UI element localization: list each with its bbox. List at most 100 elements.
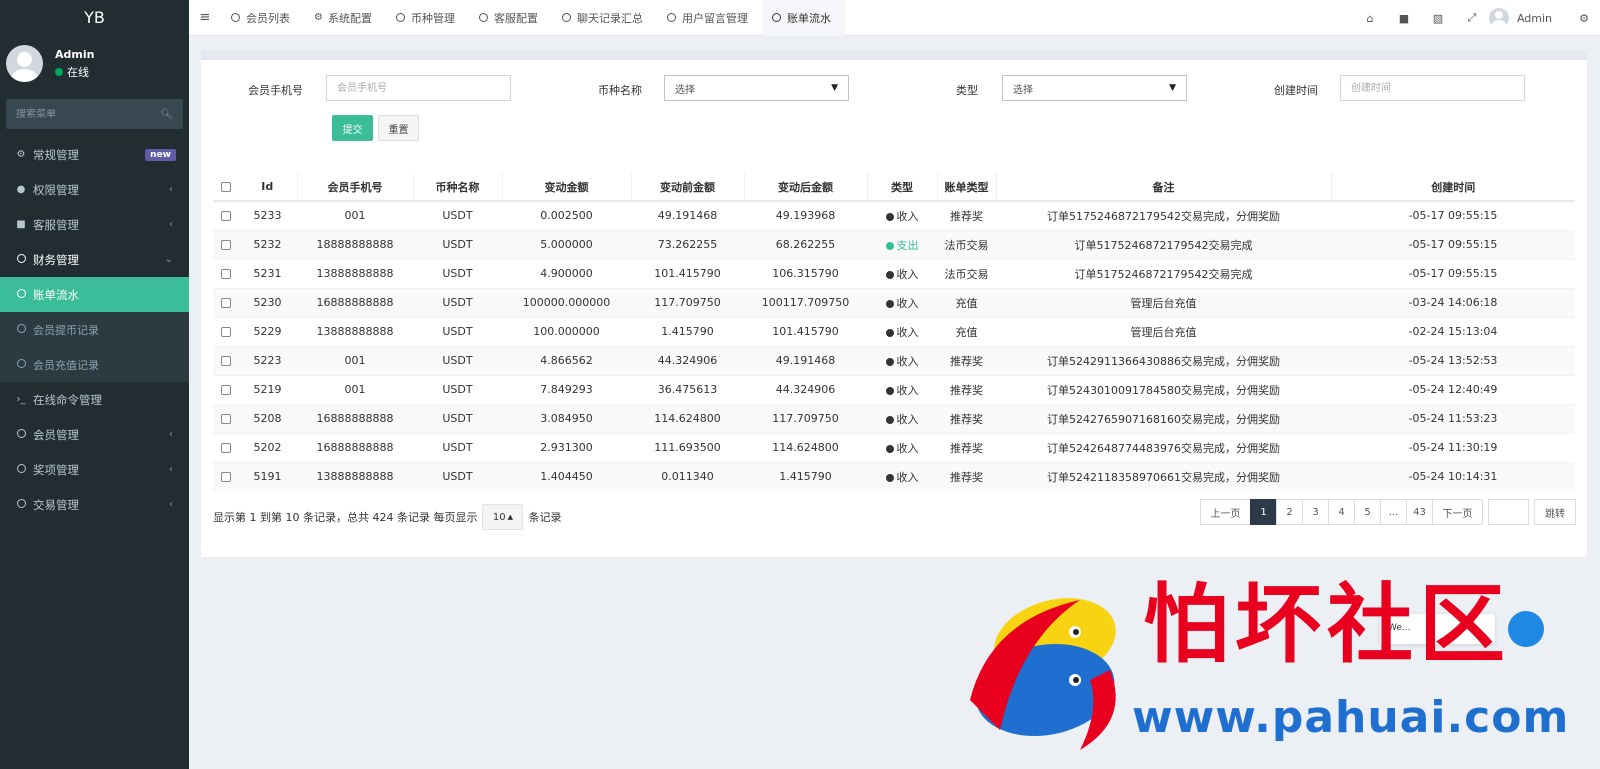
row-checkbox[interactable]: [220, 240, 231, 250]
cell-phone: 13888888888: [297, 316, 413, 346]
table-row[interactable]: 5208 16888888888 USDT 3.084950 114.624800 117…: [213, 403, 1575, 433]
tab-currency[interactable]: 币种管理: [386, 0, 469, 36]
phone-input[interactable]: [326, 75, 511, 101]
cell-currency: USDT: [413, 432, 502, 462]
reset-button[interactable]: 重置: [378, 115, 419, 141]
cell-phone: 001: [297, 200, 413, 230]
sidebar-item-withdraw-records[interactable]: 会员提币记录: [0, 312, 189, 347]
chevron-down-icon: ⌄: [164, 254, 173, 265]
cell-phone: 001: [297, 345, 413, 375]
table-row[interactable]: 5191 13888888888 USDT 1.404450 0.011340 1.415…: [213, 461, 1575, 491]
row-checkbox[interactable]: [220, 211, 231, 222]
trash-icon[interactable]: ■: [1387, 12, 1421, 25]
jump-page-input[interactable]: [1488, 499, 1529, 525]
submit-button[interactable]: 提交: [332, 115, 373, 141]
time-input[interactable]: [1340, 75, 1525, 101]
table-row[interactable]: 5231 13888888888 USDT 4.900000 101.415790 106…: [213, 258, 1575, 288]
page-43-button[interactable]: 43: [1406, 499, 1433, 525]
page-2-button[interactable]: 2: [1276, 499, 1303, 525]
sidebar-item-customer-service[interactable]: ■ 客服管理 ‹: [0, 207, 189, 242]
row-select-cell: [213, 403, 238, 433]
table-row[interactable]: 5232 18888888888 USDT 5.000000 73.262255 68.2…: [213, 229, 1575, 259]
tab-member-list[interactable]: 会员列表: [221, 0, 304, 36]
sidebar-item-finance[interactable]: 财务管理 ⌄: [0, 242, 189, 277]
row-checkbox[interactable]: [220, 356, 231, 366]
sidebar-item-members[interactable]: 会员管理 ‹: [0, 417, 189, 452]
type-select[interactable]: 选择 ▼: [1002, 75, 1187, 101]
cell-amount: 0.002500: [502, 200, 631, 230]
row-checkbox[interactable]: [220, 385, 231, 395]
col-id[interactable]: Id: [238, 173, 297, 202]
page-1-button[interactable]: 1: [1250, 499, 1277, 525]
col-phone[interactable]: 会员手机号: [296, 173, 413, 202]
gears-icon[interactable]: ⚙: [1572, 12, 1596, 25]
top-admin-name[interactable]: Admin: [1517, 12, 1552, 25]
sidebar-item-general[interactable]: ⚙ 常规管理 new: [0, 137, 189, 172]
sidebar-item-bill-flow[interactable]: 账单流水: [0, 277, 189, 312]
currency-select[interactable]: 选择 ▼: [664, 75, 849, 101]
row-checkbox[interactable]: [220, 327, 231, 337]
col-type[interactable]: 类型: [866, 173, 937, 202]
cell-after: 117.709750: [744, 403, 867, 433]
col-bill-type[interactable]: 账单类型: [936, 173, 996, 202]
cell-remark: 订单5242118358970661交易完成，分佣奖励: [996, 461, 1331, 491]
table-row[interactable]: 5202 16888888888 USDT 2.931300 111.693500 114…: [213, 432, 1575, 462]
sidebar-item-awards[interactable]: 奖项管理 ‹: [0, 452, 189, 487]
sidebar-item-recharge-records[interactable]: 会员充值记录: [0, 347, 189, 382]
circle-icon: [15, 288, 27, 301]
tab-system-config[interactable]: ⚙ 系统配置: [304, 0, 386, 36]
tab-user-messages[interactable]: 用户留言管理: [657, 0, 762, 36]
row-checkbox[interactable]: [220, 414, 231, 424]
row-checkbox[interactable]: [220, 269, 231, 279]
sidebar-item-trading[interactable]: 交易管理 ‹: [0, 487, 189, 522]
row-checkbox[interactable]: [220, 298, 231, 308]
sidebar-item-online-command[interactable]: ›_ 在线命令管理: [0, 382, 189, 417]
brand-logo[interactable]: YB: [0, 0, 189, 35]
menu-toggle-icon[interactable]: ≡: [189, 10, 221, 25]
page-3-button[interactable]: 3: [1302, 499, 1329, 525]
cell-currency: USDT: [413, 229, 502, 259]
bill-flow-panel: 会员手机号 币种名称 选择▼ 类型 选择▼ 创建时间 提交 重置 Id 会员手机…: [201, 60, 1587, 557]
sidebar-item-permission[interactable]: ● 权限管理 ‹: [0, 172, 189, 207]
fullscreen-icon[interactable]: ⤢: [1455, 11, 1489, 25]
col-currency[interactable]: 币种名称: [412, 173, 502, 202]
page-4-button[interactable]: 4: [1328, 499, 1355, 525]
col-before[interactable]: 变动前金额: [630, 173, 744, 202]
translate-icon[interactable]: ▧: [1421, 12, 1455, 25]
search-icon[interactable]: 🔍︎: [160, 109, 173, 120]
table-row[interactable]: 5233 001 USDT 0.002500 49.191468 49.193968 收入 推…: [213, 200, 1575, 230]
row-checkbox[interactable]: [220, 443, 231, 453]
avatar: [6, 45, 43, 82]
cell-type: 收入: [867, 200, 937, 230]
col-after[interactable]: 变动后金额: [743, 173, 867, 202]
cell-phone: 16888888888: [297, 403, 413, 433]
cell-created: -05-17 09:55:15: [1331, 200, 1575, 230]
dot-icon: [885, 444, 894, 453]
page-size-dropdown[interactable]: 10 ▲: [482, 504, 524, 530]
select-all-checkbox[interactable]: [220, 182, 231, 192]
page-5-button[interactable]: 5: [1354, 499, 1381, 525]
cell-bill-type: 充值: [937, 287, 996, 317]
cell-created: -05-17 09:55:15: [1331, 229, 1575, 259]
row-checkbox[interactable]: [220, 472, 231, 483]
tab-service-config[interactable]: 客服配置: [469, 0, 552, 36]
circle-icon: [666, 13, 676, 22]
tab-bill-flow[interactable]: 账单流水: [761, 0, 845, 36]
tab-chat-records[interactable]: 聊天记录汇总: [552, 0, 657, 36]
top-avatar[interactable]: [1488, 8, 1509, 28]
cell-currency: USDT: [413, 200, 502, 230]
jump-button[interactable]: 跳转: [1534, 499, 1576, 525]
prev-page-button[interactable]: 上一页: [1200, 499, 1251, 525]
table-row[interactable]: 5229 13888888888 USDT 100.000000 1.415790 101…: [213, 316, 1575, 346]
cell-bill-type: 推荐奖: [937, 403, 996, 433]
sidebar-search-input[interactable]: [16, 108, 136, 120]
next-page-button[interactable]: 下一页: [1432, 499, 1483, 525]
home-icon[interactable]: ⌂: [1353, 12, 1387, 25]
col-amount[interactable]: 变动金额: [501, 173, 631, 202]
cell-bill-type: 推荐奖: [937, 345, 996, 375]
table-row[interactable]: 5219 001 USDT 7.849293 36.475613 44.324906 收入 推…: [213, 374, 1575, 404]
table-row[interactable]: 5230 16888888888 USDT 100000.000000 117.7097…: [213, 287, 1575, 317]
col-remark[interactable]: 备注: [995, 173, 1331, 202]
table-row[interactable]: 5223 001 USDT 4.866562 44.324906 49.191468 收入 推…: [213, 345, 1575, 375]
col-created[interactable]: 创建时间: [1330, 173, 1575, 202]
